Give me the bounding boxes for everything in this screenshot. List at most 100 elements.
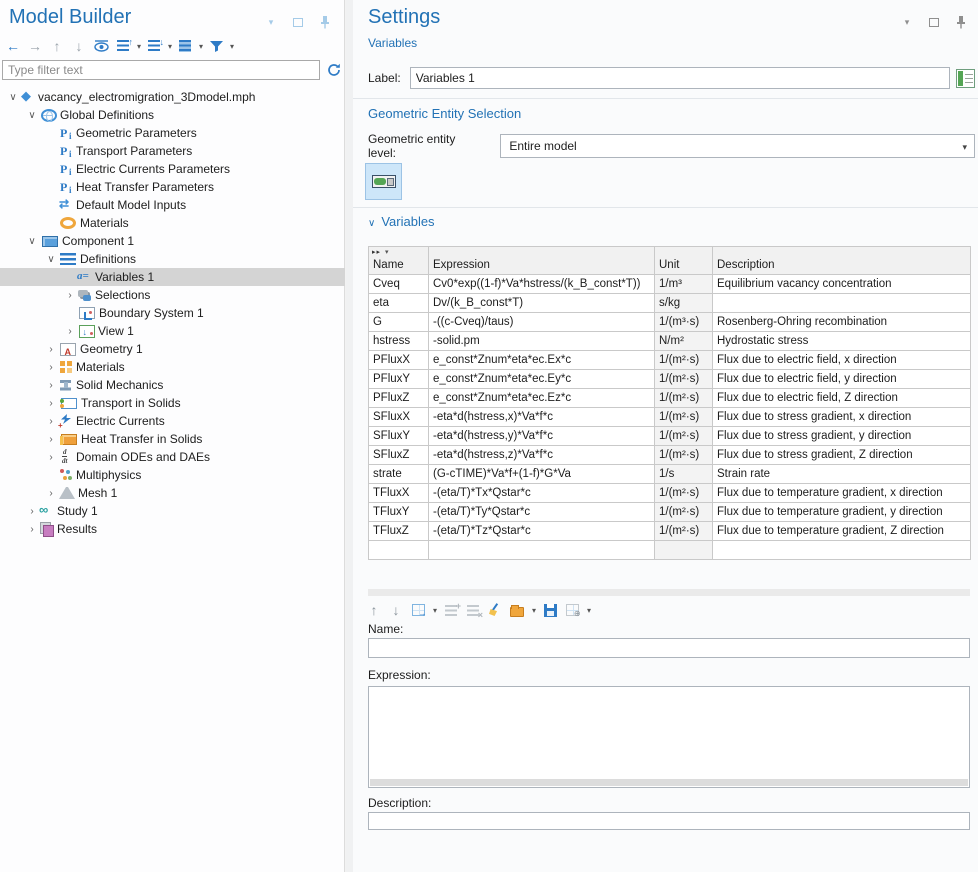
cell-expression[interactable]: -((c-Cveq)/taus) (429, 313, 655, 332)
tree-item-solid-mechanics[interactable]: › Solid Mechanics (0, 376, 345, 394)
cell-expression[interactable]: -eta*d(hstress,y)*Va*f*c (429, 427, 655, 446)
cell-name[interactable] (369, 541, 429, 560)
load-from-file-caret-icon[interactable]: ▾ (532, 606, 536, 615)
cell-unit[interactable]: 1/(m²·s) (655, 427, 713, 446)
cell-unit[interactable]: 1/m³ (655, 275, 713, 294)
tree-expander-icon[interactable]: › (63, 326, 77, 337)
cell-description[interactable]: Rosenberg-Ohring recombination (713, 313, 971, 332)
filter-button[interactable] (207, 36, 225, 56)
tree-item-geometric-parameters[interactable]: Geometric Parameters (0, 124, 345, 142)
panel-menu-icon[interactable]: ▾ (898, 12, 916, 32)
cell-expression[interactable]: e_const*Znum*eta*ec.Ez*c (429, 389, 655, 408)
cell-unit[interactable]: 1/(m²·s) (655, 484, 713, 503)
column-menu-caret-icon[interactable]: ▾ (385, 249, 390, 256)
restore-panel-icon[interactable] (925, 12, 943, 32)
description-input[interactable] (368, 812, 970, 830)
tree-item-component-1[interactable]: ∨ Component 1 (0, 232, 345, 250)
cell-unit[interactable]: 1/(m³·s) (655, 313, 713, 332)
tree-item-variables-1[interactable]: Variables 1 (0, 268, 345, 286)
expression-horizontal-scrollbar[interactable] (370, 779, 968, 786)
cell-unit[interactable]: 1/(m²·s) (655, 351, 713, 370)
tree-expander-icon[interactable]: › (44, 434, 58, 445)
tree-expander-icon[interactable]: › (63, 290, 77, 301)
cell-description[interactable]: Flux due to stress gradient, Z direction (713, 446, 971, 465)
settings-subtitle-link[interactable]: Variables (368, 36, 417, 50)
cell-expression[interactable] (429, 541, 655, 560)
move-to-table-button[interactable]: → (410, 601, 426, 619)
expand-columns-icon[interactable]: ▸▸ (372, 249, 381, 256)
cell-expression[interactable]: -(eta/T)*Tx*Qstar*c (429, 484, 655, 503)
cell-name[interactable]: TFluxX (369, 484, 429, 503)
move-to-table-caret-icon[interactable]: ▾ (433, 606, 437, 615)
tree-item-transport-parameters[interactable]: Transport Parameters (0, 142, 345, 160)
cell-expression[interactable]: -eta*d(hstress,z)*Va*f*c (429, 446, 655, 465)
cell-unit[interactable]: 1/(m²·s) (655, 389, 713, 408)
cell-name[interactable]: PFluxX (369, 351, 429, 370)
delete-row-button[interactable]: × (465, 601, 481, 619)
cell-expression[interactable]: Cv0*exp((1-f)*Va*hstress/(k_B_const*T)) (429, 275, 655, 294)
cell-name[interactable]: Cveq (369, 275, 429, 294)
cell-name[interactable]: eta (369, 294, 429, 313)
cell-unit[interactable]: 1/(m²·s) (655, 503, 713, 522)
cell-description[interactable]: Flux due to electric field, x direction (713, 351, 971, 370)
expression-textarea[interactable] (368, 686, 970, 788)
tree-item-vacancy-electromigration-3dmodel-mph[interactable]: ∨ vacancy_electromigration_3Dmodel.mph (0, 88, 345, 106)
tree-expander-icon[interactable]: › (44, 488, 58, 499)
tree-item-transport-in-solids[interactable]: › Transport in Solids (0, 394, 345, 412)
move-down-button[interactable]: ↓ (70, 36, 88, 56)
tree-item-default-model-inputs[interactable]: Default Model Inputs (0, 196, 345, 214)
tree-expander-icon[interactable]: ∨ (25, 236, 39, 247)
cell-description[interactable]: Flux due to electric field, Z direction (713, 389, 971, 408)
cell-unit[interactable]: 1/(m²·s) (655, 522, 713, 541)
edit-label-button[interactable] (956, 69, 975, 88)
cell-expression[interactable]: -eta*d(hstress,x)*Va*f*c (429, 408, 655, 427)
tree-expander-icon[interactable]: › (44, 362, 58, 373)
cell-name[interactable]: PFluxZ (369, 389, 429, 408)
variables-section-header[interactable]: ∨Variables (368, 214, 435, 229)
cell-name[interactable]: SFluxX (369, 408, 429, 427)
tree-expander-icon[interactable]: › (25, 524, 39, 535)
cell-description[interactable]: Flux due to electric field, y direction (713, 370, 971, 389)
tree-item-boundary-system-1[interactable]: Boundary System 1 (0, 304, 345, 322)
tree-item-multiphysics[interactable]: Multiphysics (0, 466, 345, 484)
cell-unit[interactable]: 1/(m²·s) (655, 408, 713, 427)
tree-item-geometry-1[interactable]: › Geometry 1 (0, 340, 345, 358)
move-up-button[interactable]: ↑ (48, 36, 66, 56)
tree-expander-icon[interactable]: ∨ (44, 254, 58, 265)
cell-unit[interactable]: N/m² (655, 332, 713, 351)
cell-name[interactable]: TFluxY (369, 503, 429, 522)
cell-expression[interactable]: (G-cTIME)*Va*f+(1-f)*G*Va (429, 465, 655, 484)
tree-expander-icon[interactable]: › (44, 452, 58, 463)
cell-name[interactable]: strate (369, 465, 429, 484)
tree-item-results[interactable]: › Results (0, 520, 345, 538)
name-input[interactable] (368, 638, 970, 658)
save-to-file-button[interactable] (542, 601, 558, 619)
tree-item-heat-transfer-parameters[interactable]: Heat Transfer Parameters (0, 178, 345, 196)
tree-item-view-1[interactable]: › View 1 (0, 322, 345, 340)
cell-description[interactable]: Flux due to stress gradient, y direction (713, 427, 971, 446)
cell-name[interactable]: SFluxY (369, 427, 429, 446)
restore-panel-icon[interactable] (289, 12, 307, 32)
tree-expander-icon[interactable]: › (44, 416, 58, 427)
cell-expression[interactable]: -(eta/T)*Ty*Qstar*c (429, 503, 655, 522)
row-move-down-button[interactable]: ↓ (388, 601, 404, 619)
cell-description[interactable]: Hydrostatic stress (713, 332, 971, 351)
tree-item-electric-currents[interactable]: › Electric Currents (0, 412, 345, 430)
tree-item-domain-odes-and-daes[interactable]: › Domain ODEs and DAEs (0, 448, 345, 466)
filter-caret-icon[interactable]: ▾ (230, 42, 234, 51)
expand-all-button[interactable]: ↓ (145, 36, 163, 56)
tree-expander-icon[interactable]: ∨ (6, 92, 20, 103)
cell-description[interactable] (713, 294, 971, 313)
variable-utilities-caret-icon[interactable]: ▾ (587, 606, 591, 615)
clear-table-button[interactable] (487, 601, 503, 619)
node-text-button[interactable] (176, 36, 194, 56)
collapse-all-caret-icon[interactable]: ▾ (137, 42, 141, 51)
filter-input[interactable] (2, 60, 320, 80)
tree-expander-icon[interactable]: › (44, 344, 58, 355)
tree-item-definitions[interactable]: ∨ Definitions (0, 250, 345, 268)
tree-item-materials[interactable]: › Materials (0, 358, 345, 376)
tree-item-electric-currents-parameters[interactable]: Electric Currents Parameters (0, 160, 345, 178)
entity-level-select[interactable]: Entire model ▾ (500, 134, 975, 158)
cell-name[interactable]: SFluxZ (369, 446, 429, 465)
expand-all-caret-icon[interactable]: ▾ (168, 42, 172, 51)
